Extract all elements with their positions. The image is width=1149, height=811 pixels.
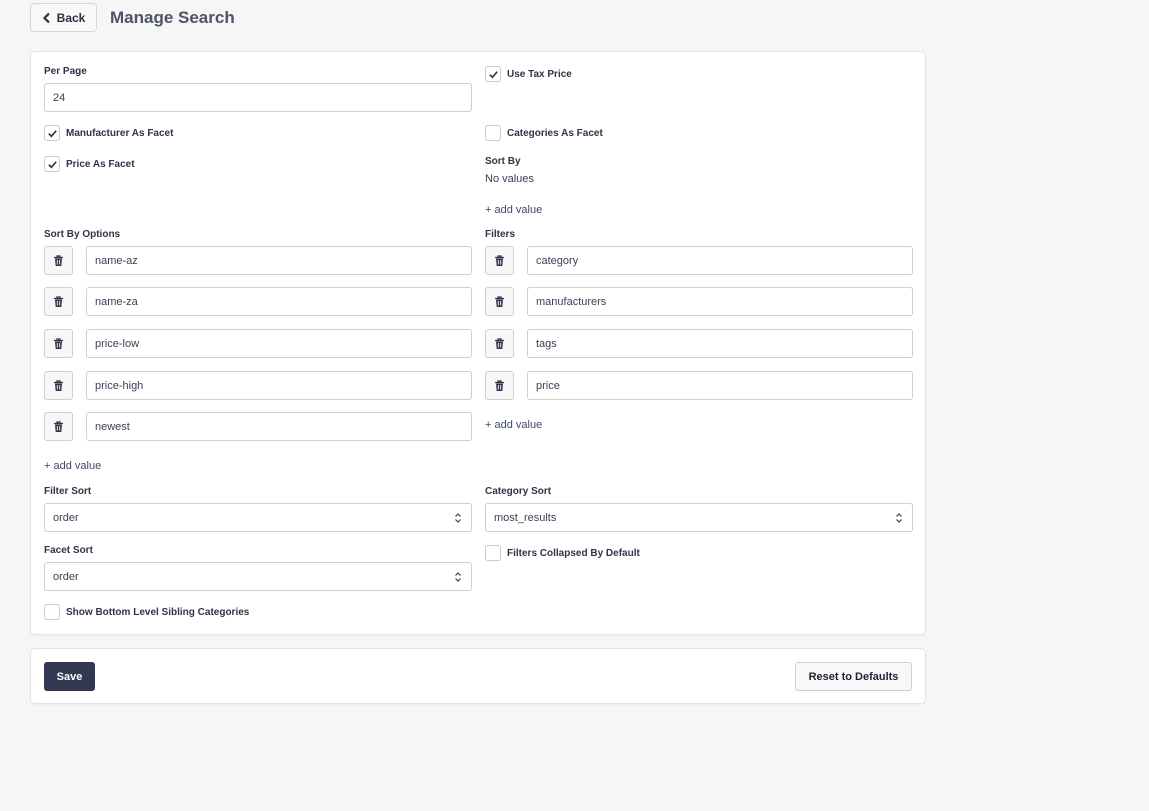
updown-chevron-icon [455,513,461,523]
sort-option-value-input[interactable]: price-high [86,371,472,400]
trash-icon [54,420,63,432]
top-bar: Back Manage Search [30,3,235,32]
filter-remove-button[interactable] [485,246,514,275]
sort-by-options-add-value-link[interactable]: + add value [44,460,101,472]
trash-icon [495,379,504,391]
reset-to-defaults-button[interactable]: Reset to Defaults [795,662,912,691]
trash-icon [495,254,504,266]
show-bottom-level-label: Show Bottom Level Sibling Categories [66,607,250,618]
filter-remove-button[interactable] [485,287,514,316]
trash-icon [54,254,63,266]
check-icon [488,70,498,78]
per-page-input[interactable]: 24 [44,83,472,112]
check-icon [47,129,57,137]
price-as-facet-label: Price As Facet [66,159,135,170]
sort-option-remove-button[interactable] [44,371,73,400]
trash-icon [54,337,63,349]
filters-collapsed-label: Filters Collapsed By Default [507,548,640,559]
manufacturer-as-facet-label: Manufacturer As Facet [66,128,174,139]
filter-remove-button[interactable] [485,371,514,400]
chevron-left-icon [42,12,50,23]
facet-sort-select[interactable]: order [44,562,472,591]
sort-option-value-input[interactable]: newest [86,412,472,441]
trash-icon [54,295,63,307]
filter-remove-button[interactable] [485,329,514,358]
back-button[interactable]: Back [30,3,97,32]
categories-as-facet-checkbox[interactable] [485,125,501,141]
sort-option-remove-button[interactable] [44,246,73,275]
filter-value-input[interactable]: price [527,371,913,400]
sort-option-value-input[interactable]: price-low [86,329,472,358]
price-as-facet-checkbox[interactable] [44,156,60,172]
category-sort-label: Category Sort [485,486,552,497]
sort-option-value-input[interactable]: name-az [86,246,472,275]
sort-option-remove-button[interactable] [44,412,73,441]
filter-sort-label: Filter Sort [44,486,92,497]
sort-option-remove-button[interactable] [44,287,73,316]
per-page-label: Per Page [44,66,87,77]
trash-icon [495,295,504,307]
filter-sort-value: order [53,511,79,524]
sort-by-label: Sort By [485,156,521,167]
filter-value-input[interactable]: manufacturers [527,287,913,316]
trash-icon [54,379,63,391]
updown-chevron-icon [896,513,902,523]
sort-by-add-value-link[interactable]: + add value [485,204,542,216]
check-icon [47,160,57,168]
save-button[interactable]: Save [44,662,95,691]
filter-value-input[interactable]: tags [527,329,913,358]
use-tax-price-checkbox[interactable] [485,66,501,82]
filters-collapsed-checkbox[interactable] [485,545,501,561]
facet-sort-label: Facet Sort [44,545,93,556]
filters-label: Filters [485,229,516,240]
filters-add-value-link[interactable]: + add value [485,419,542,431]
sort-option-remove-button[interactable] [44,329,73,358]
updown-chevron-icon [455,572,461,582]
show-bottom-level-checkbox[interactable] [44,604,60,620]
use-tax-price-label: Use Tax Price [507,69,572,80]
category-sort-select[interactable]: most_results [485,503,913,532]
sort-by-empty-text: No values [485,173,534,185]
trash-icon [495,337,504,349]
filter-sort-select[interactable]: order [44,503,472,532]
page-title: Manage Search [110,7,235,27]
sort-by-options-label: Sort By Options [44,229,121,240]
settings-card: Per Page 24 Use Tax Price Manufacturer A… [30,51,926,635]
manufacturer-as-facet-checkbox[interactable] [44,125,60,141]
facet-sort-value: order [53,570,79,583]
categories-as-facet-label: Categories As Facet [507,128,603,139]
filter-value-input[interactable]: category [527,246,913,275]
actions-card: Save Reset to Defaults [30,648,926,704]
sort-option-value-input[interactable]: name-za [86,287,472,316]
category-sort-value: most_results [494,511,557,524]
back-button-label: Back [56,10,86,25]
